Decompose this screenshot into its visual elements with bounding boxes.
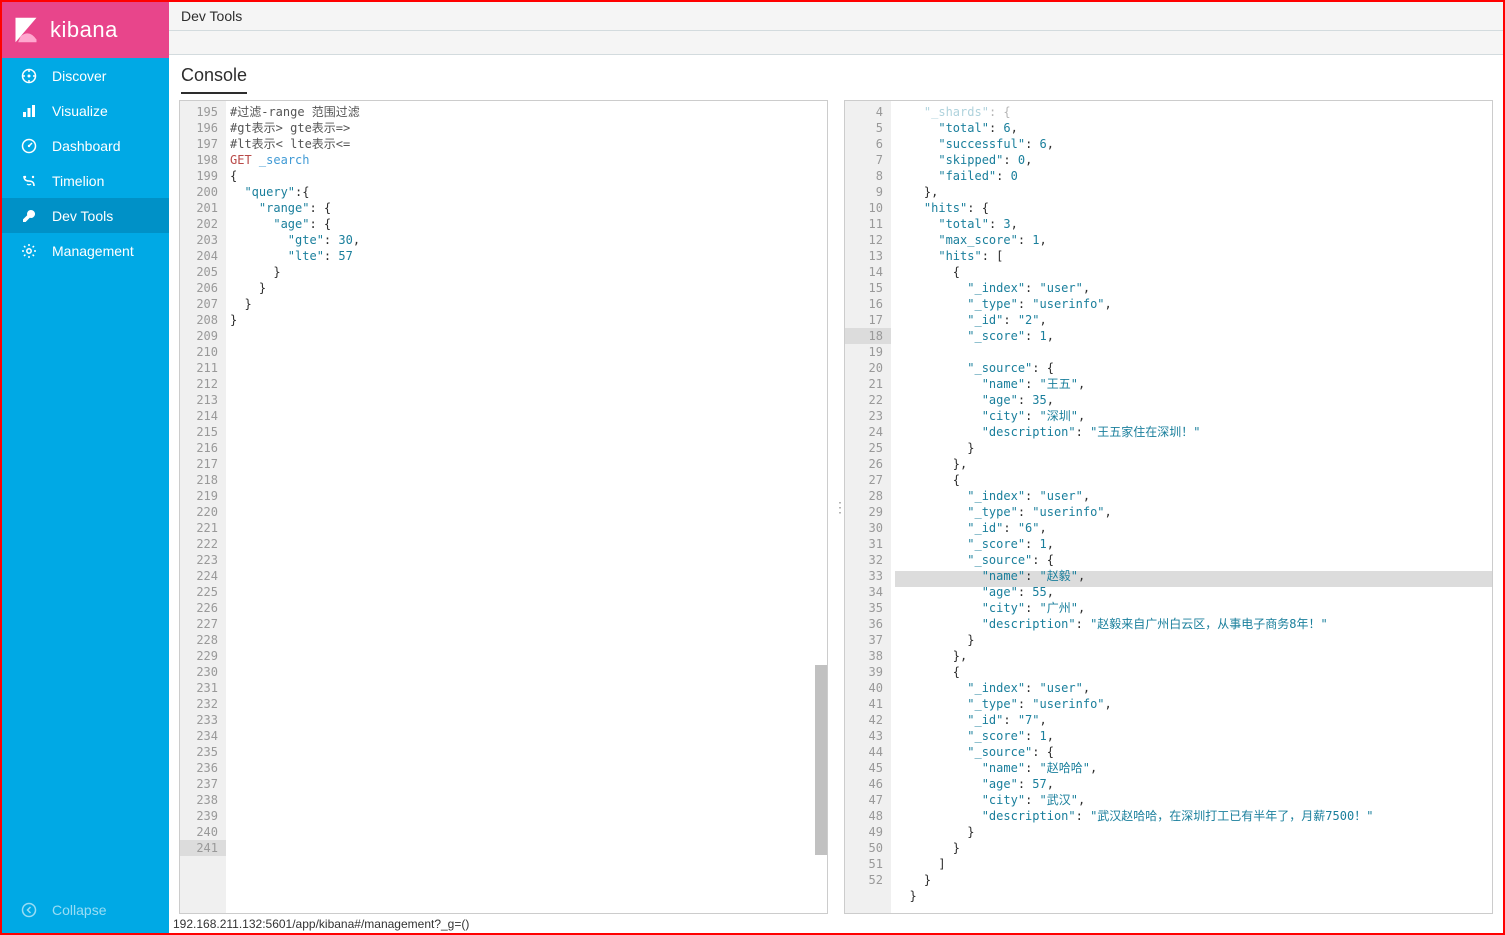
- topbar-title: Dev Tools: [181, 8, 242, 24]
- nav-bottom: Collapse: [2, 892, 169, 933]
- sidebar-collapse[interactable]: Collapse: [2, 892, 169, 927]
- request-editor[interactable]: #过滤-range 范围过滤#gt表示> gte表示=>#lt表示< lte表示…: [226, 101, 827, 913]
- sidebar-item-dashboard[interactable]: Dashboard: [2, 128, 169, 163]
- response-viewer[interactable]: "_shards": { "total": 6, "successful": 6…: [891, 101, 1492, 913]
- brand-logo[interactable]: kibana: [2, 2, 169, 58]
- sidebar-item-timelion[interactable]: Timelion: [2, 163, 169, 198]
- dashboard-icon: [20, 137, 38, 155]
- app-root: kibana Discover Visualize Dashboard Timelio…: [0, 0, 1505, 935]
- sidebar-item-label: Discover: [52, 68, 106, 84]
- sidebar: kibana Discover Visualize Dashboard Timelio…: [2, 2, 169, 933]
- statusbar: 192.168.211.132:5601/app/kibana#/managem…: [169, 914, 1503, 933]
- tab-row: Console: [169, 55, 1503, 94]
- request-gutter: 1951961971981992002012022032042052062072…: [180, 101, 226, 913]
- subbar: [169, 31, 1503, 55]
- discover-icon: [20, 67, 38, 85]
- kibana-logo-icon: [12, 16, 40, 44]
- status-url: 192.168.211.132:5601/app/kibana#/managem…: [173, 917, 469, 931]
- devtools-icon: [20, 207, 38, 225]
- sidebar-item-label: Dashboard: [52, 138, 121, 154]
- response-gutter: 4567891011121314151617181920212223242526…: [845, 101, 891, 913]
- timelion-icon: [20, 172, 38, 190]
- collapse-label: Collapse: [52, 902, 106, 918]
- visualize-icon: [20, 102, 38, 120]
- sidebar-item-visualize[interactable]: Visualize: [2, 93, 169, 128]
- brand-text: kibana: [50, 17, 118, 43]
- sidebar-item-label: Dev Tools: [52, 208, 113, 224]
- sidebar-item-label: Management: [52, 243, 134, 259]
- nav-list: Discover Visualize Dashboard Timelion Dev To…: [2, 58, 169, 892]
- response-pane: 4567891011121314151617181920212223242526…: [844, 100, 1493, 914]
- sidebar-item-discover[interactable]: Discover: [2, 58, 169, 93]
- tab-console[interactable]: Console: [181, 65, 247, 94]
- management-icon: [20, 242, 38, 260]
- sidebar-item-label: Visualize: [52, 103, 108, 119]
- collapse-icon: [20, 901, 38, 919]
- sidebar-item-label: Timelion: [52, 173, 104, 189]
- pane-resize-handle[interactable]: ⋮: [836, 100, 844, 914]
- sidebar-item-management[interactable]: Management: [2, 233, 169, 268]
- editor-row: 1951961971981992002012022032042052062072…: [169, 94, 1503, 914]
- topbar: Dev Tools: [169, 2, 1503, 31]
- main: Dev Tools Console 1951961971981992002012…: [169, 2, 1503, 933]
- request-pane: 1951961971981992002012022032042052062072…: [179, 100, 828, 914]
- sidebar-item-devtools[interactable]: Dev Tools: [2, 198, 169, 233]
